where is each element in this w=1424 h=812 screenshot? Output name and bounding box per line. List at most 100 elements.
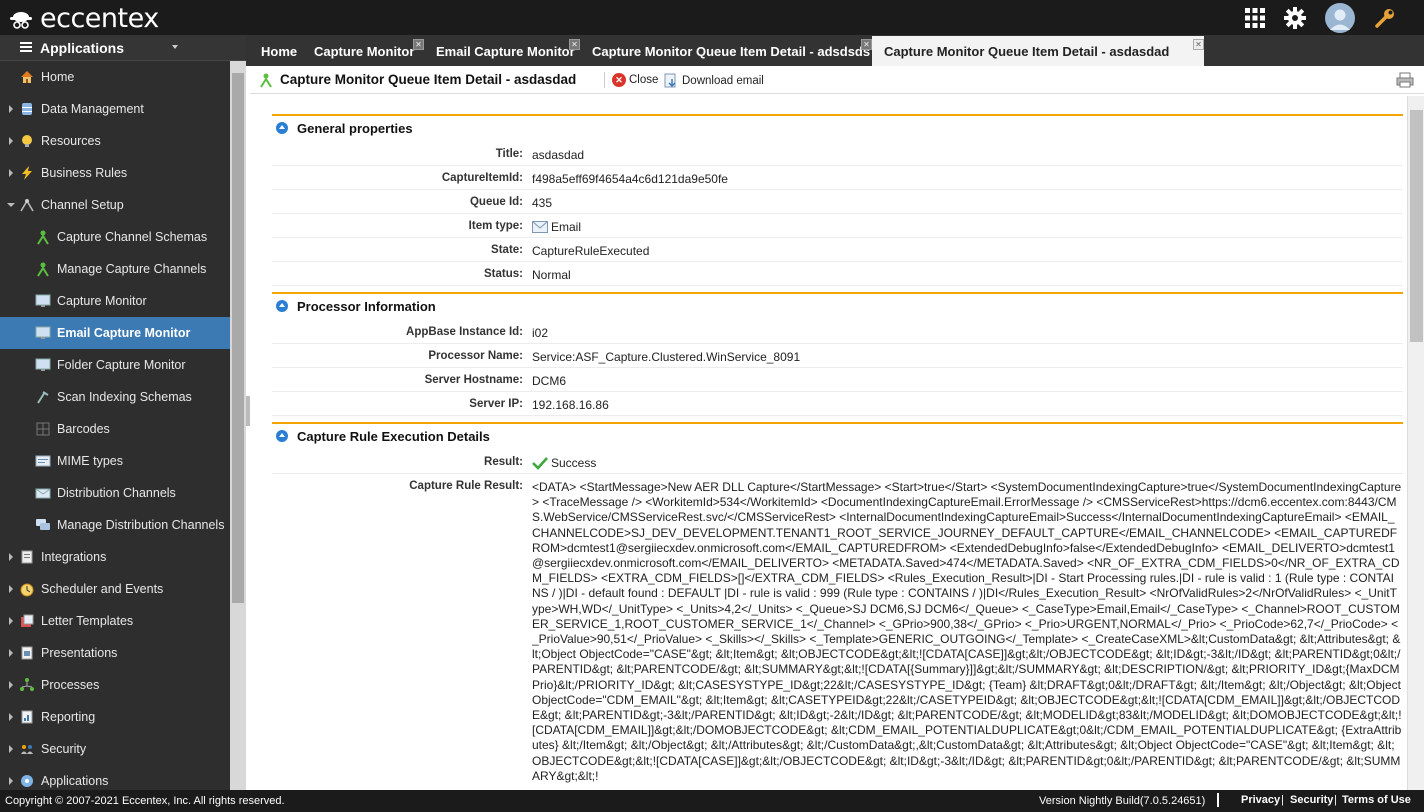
section-title: General properties (297, 121, 413, 136)
sidebar-item-manage-distribution-channels[interactable]: Manage Distribution Channels (0, 509, 230, 541)
sidebar-item-security[interactable]: Security (0, 733, 230, 765)
field-value: 435 (532, 196, 553, 210)
letter-icon (19, 613, 35, 629)
field-result: Result: Success (272, 450, 1403, 474)
close-icon[interactable]: ✕ (569, 39, 580, 50)
gear-icon[interactable] (1282, 4, 1310, 32)
envelope-icon (35, 485, 51, 501)
sidebar-scrollbar-thumb[interactable] (232, 73, 244, 603)
expand-arrow-icon[interactable] (9, 169, 13, 177)
sidebar-item-capture-channel-schemas[interactable]: Capture Channel Schemas (0, 221, 230, 253)
close-button[interactable]: ✕ Close (612, 73, 658, 87)
avatar[interactable] (1325, 3, 1355, 33)
chevron-down-icon[interactable] (172, 45, 178, 49)
expand-arrow-icon[interactable] (9, 681, 13, 689)
main-scrollbar[interactable] (1407, 96, 1424, 790)
tab-label: Capture Monitor Queue Item Detail - asda… (884, 43, 1170, 59)
wrench-icon[interactable] (1373, 4, 1401, 32)
sidebar-item-distribution-channels[interactable]: Distribution Channels (0, 477, 230, 509)
lightning-icon (19, 165, 35, 181)
sidebar-scrollbar[interactable] (230, 61, 246, 790)
sidebar-item-label: Reporting (41, 710, 96, 724)
field-value: Email (551, 220, 582, 234)
field-value: CaptureRuleExecuted (532, 244, 650, 258)
sidebar-item-processes[interactable]: Processes (0, 669, 230, 701)
field-label: Server Hostname: (424, 374, 523, 386)
expand-arrow-icon[interactable] (9, 745, 13, 753)
security-link[interactable]: Security (1290, 794, 1333, 806)
expand-arrow-icon[interactable] (9, 137, 13, 145)
sidebar-item-mime-types[interactable]: MIME types (0, 445, 230, 477)
main-scrollbar-thumb[interactable] (1410, 110, 1423, 342)
collapse-toggle-icon[interactable] (276, 122, 288, 134)
logo-hat-icon (8, 5, 34, 31)
field-value: 192.168.16.86 (532, 398, 609, 412)
collapse-toggle-icon[interactable] (276, 300, 288, 312)
expand-arrow-icon[interactable] (9, 649, 13, 657)
terms-link[interactable]: Terms of Use (1342, 794, 1411, 806)
field-value: Success (551, 456, 597, 470)
sidebar-item-resources[interactable]: Resources (0, 125, 230, 157)
sidebar-item-business-rules[interactable]: Business Rules (0, 157, 230, 189)
sidebar-item-folder-capture-monitor[interactable]: Folder Capture Monitor (0, 349, 230, 381)
expand-arrow-icon[interactable] (9, 553, 13, 561)
field-capture-item-id: CaptureItemId: f498a5eff69f4654a4c6d121d… (272, 166, 1403, 190)
tab-label: Capture Monitor (314, 43, 415, 59)
expand-arrow-icon[interactable] (9, 777, 13, 785)
print-icon[interactable] (1396, 72, 1414, 88)
sidebar-item-letter-templates[interactable]: Letter Templates (0, 605, 230, 637)
sidebar-item-email-capture-monitor[interactable]: Email Capture Monitor (0, 317, 230, 349)
security-icon (19, 741, 35, 757)
expand-arrow-icon[interactable] (9, 713, 13, 721)
tab-queue-item-detail-asdasdad[interactable]: Capture Monitor Queue Item Detail - asda… (872, 36, 1204, 66)
sidebar-item-scheduler-and-events[interactable]: Scheduler and Events (0, 573, 230, 605)
collapse-toggle-icon[interactable] (276, 430, 288, 442)
field-value: f498a5eff69f4654a4c6d121da9e50fe (532, 172, 728, 186)
privacy-link[interactable]: Privacy (1241, 794, 1280, 806)
expand-arrow-icon[interactable] (9, 105, 13, 113)
field-status: Status: Normal (272, 262, 1403, 286)
sidebar-item-home[interactable]: Home (0, 61, 230, 93)
sidebar-item-applications[interactable]: Applications (0, 765, 230, 790)
sidebar-item-label: Data Management (41, 102, 144, 116)
footer-divider (1217, 793, 1219, 807)
field-label: CaptureItemId: (441, 172, 523, 184)
sidebar-item-channel-setup[interactable]: Channel Setup (0, 189, 230, 221)
field-item-type: Item type: Email (272, 214, 1403, 238)
logo[interactable]: eccentex (8, 3, 159, 34)
expand-arrow-icon[interactable] (9, 585, 13, 593)
sidebar-item-scan-indexing-schemas[interactable]: Scan Indexing Schemas (0, 381, 230, 413)
sidebar-header[interactable]: Applications (0, 35, 246, 61)
main-content: Capture Monitor Queue Item Detail - asda… (250, 66, 1424, 790)
sidebar-item-data-management[interactable]: Data Management (0, 93, 230, 125)
close-icon[interactable]: ✕ (1193, 39, 1204, 50)
sidebar-item-label: Applications (41, 774, 109, 788)
close-icon[interactable]: ✕ (413, 39, 424, 50)
scheduler-icon (19, 581, 35, 597)
sidebar-item-presentations[interactable]: Presentations (0, 637, 230, 669)
version-text: Version Nightly Build(7.0.5.24651) (1039, 795, 1206, 807)
sidebar-item-manage-capture-channels[interactable]: Manage Capture Channels (0, 253, 230, 285)
field-queue-id: Queue Id: 435 (272, 190, 1403, 214)
tab-queue-item-detail-adsdsds[interactable]: Capture Monitor Queue Item Detail - adsd… (580, 36, 872, 66)
field-label: Status: (484, 268, 523, 280)
sidebar-item-barcodes[interactable]: Barcodes (0, 413, 230, 445)
tab-capture-monitor[interactable]: Capture Monitor ✕ (302, 36, 424, 66)
tab-home[interactable]: Home (249, 36, 305, 66)
collapse-arrow-icon[interactable] (7, 203, 15, 211)
copyright-text: Copyright © 2007-2021 Eccentex, Inc. All… (5, 795, 285, 807)
sidebar-item-capture-monitor[interactable]: Capture Monitor (0, 285, 230, 317)
download-email-button[interactable]: Download email (664, 73, 764, 88)
sidebar-item-integrations[interactable]: Integrations (0, 541, 230, 573)
monitor-icon (35, 325, 51, 341)
sidebar-item-label: Distribution Channels (57, 486, 176, 500)
close-icon[interactable]: ✕ (861, 39, 872, 50)
field-value-wrap: Email (532, 220, 581, 234)
tab-email-capture-monitor[interactable]: Email Capture Monitor ✕ (424, 36, 580, 66)
sidebar-item-label: Manage Distribution Channels (57, 518, 225, 532)
sidebar-item-reporting[interactable]: Reporting (0, 701, 230, 733)
capture-icon (35, 229, 51, 245)
toolbar-divider (604, 72, 605, 88)
expand-arrow-icon[interactable] (9, 617, 13, 625)
apps-grid-icon[interactable] (1243, 4, 1271, 32)
